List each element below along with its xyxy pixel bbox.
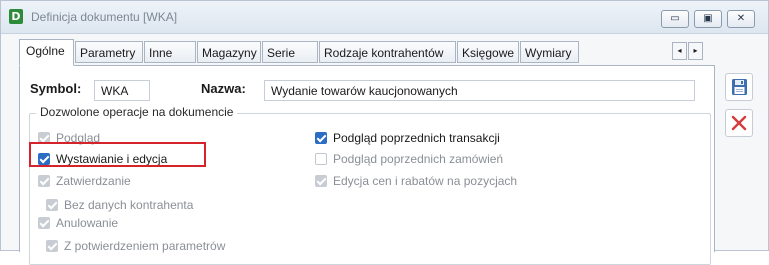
highlight-annotation bbox=[29, 142, 206, 167]
checkbox-label: Podgląd poprzednich zamówień bbox=[333, 152, 504, 166]
tab-inne[interactable]: Inne bbox=[144, 41, 196, 63]
checkbox-box[interactable] bbox=[38, 217, 50, 229]
nazwa-label: Nazwa: bbox=[201, 81, 246, 96]
checkbox-box[interactable] bbox=[315, 175, 327, 187]
floppy-disk-icon bbox=[726, 79, 752, 103]
checkbox-zatwierdzanie[interactable]: Zatwierdzanie bbox=[38, 174, 131, 190]
checkbox-z-potwierdzeniem-parametrow[interactable]: Z potwierdzeniem parametrów bbox=[46, 239, 225, 255]
checkbox-label: Zatwierdzanie bbox=[56, 174, 131, 188]
tab-parametry[interactable]: Parametry bbox=[75, 41, 143, 63]
title-bar[interactable]: D Definicja dokumentu [WKA] ▭ ▣ ✕ bbox=[1, 1, 768, 34]
checkbox-label: Bez danych kontrahenta bbox=[64, 198, 194, 212]
save-button[interactable] bbox=[725, 73, 753, 101]
symbol-label: Symbol: bbox=[30, 81, 82, 96]
close-button[interactable]: ✕ bbox=[727, 10, 755, 28]
nazwa-input[interactable]: Wydanie towarów kaucjonowanych bbox=[264, 80, 695, 101]
tab-ogolne[interactable]: Ogólne bbox=[19, 39, 74, 66]
operations-group-legend: Dozwolone operacje na dokumencie bbox=[36, 105, 238, 119]
app-icon: D bbox=[9, 9, 23, 24]
window-title: Definicja dokumentu [WKA] bbox=[31, 10, 178, 24]
checkbox-box[interactable] bbox=[38, 175, 50, 187]
checkbox-label: Anulowanie bbox=[56, 216, 119, 230]
tab-scroll-right-button[interactable]: ▸ bbox=[688, 42, 703, 60]
checkbox-label: Podgląd poprzednich transakcji bbox=[333, 131, 500, 145]
checkbox-edycja-cen-i-rabatow[interactable]: Edycja cen i rabatów na pozycjach bbox=[315, 174, 517, 190]
tab-wymiary[interactable]: Wymiary bbox=[520, 41, 579, 63]
checkbox-podglad-poprzednich-zamowien[interactable]: Podgląd poprzednich zamówień bbox=[315, 152, 503, 168]
tab-serie[interactable]: Serie bbox=[262, 41, 318, 63]
checkbox-box[interactable] bbox=[315, 153, 327, 165]
checkbox-box[interactable] bbox=[46, 199, 58, 211]
tab-strip: Ogólne Parametry Inne Magazyny Serie Rod… bbox=[19, 39, 739, 66]
checkbox-box[interactable] bbox=[46, 240, 58, 252]
minimize-button[interactable]: ▭ bbox=[661, 10, 689, 28]
operations-group: Dozwolone operacje na dokumencie Podgląd… bbox=[29, 105, 711, 265]
checkbox-anulowanie[interactable]: Anulowanie bbox=[38, 216, 118, 232]
maximize-button[interactable]: ▣ bbox=[694, 10, 722, 28]
checkbox-label: Edycja cen i rabatów na pozycjach bbox=[333, 174, 518, 188]
checkbox-bez-danych-kontrahenta[interactable]: Bez danych kontrahenta bbox=[46, 198, 193, 214]
tab-rodzaje-kontrahentow[interactable]: Rodzaje kontrahentów bbox=[319, 41, 456, 63]
window: D Definicja dokumentu [WKA] ▭ ▣ ✕ Ogólne… bbox=[0, 0, 769, 265]
checkbox-podglad-poprzednich-transakcji[interactable]: Podgląd poprzednich transakcji bbox=[315, 131, 500, 147]
checkbox-box[interactable] bbox=[315, 132, 327, 144]
close-x-icon bbox=[726, 115, 752, 139]
checkbox-label: Z potwierdzeniem parametrów bbox=[64, 239, 226, 253]
tab-magazyny[interactable]: Magazyny bbox=[197, 41, 261, 63]
symbol-input[interactable]: WKA bbox=[94, 80, 150, 101]
tab-scroll-left-button[interactable]: ◂ bbox=[672, 42, 687, 60]
tab-ksiegowe[interactable]: Księgowe bbox=[457, 41, 519, 63]
cancel-button[interactable] bbox=[725, 109, 753, 137]
